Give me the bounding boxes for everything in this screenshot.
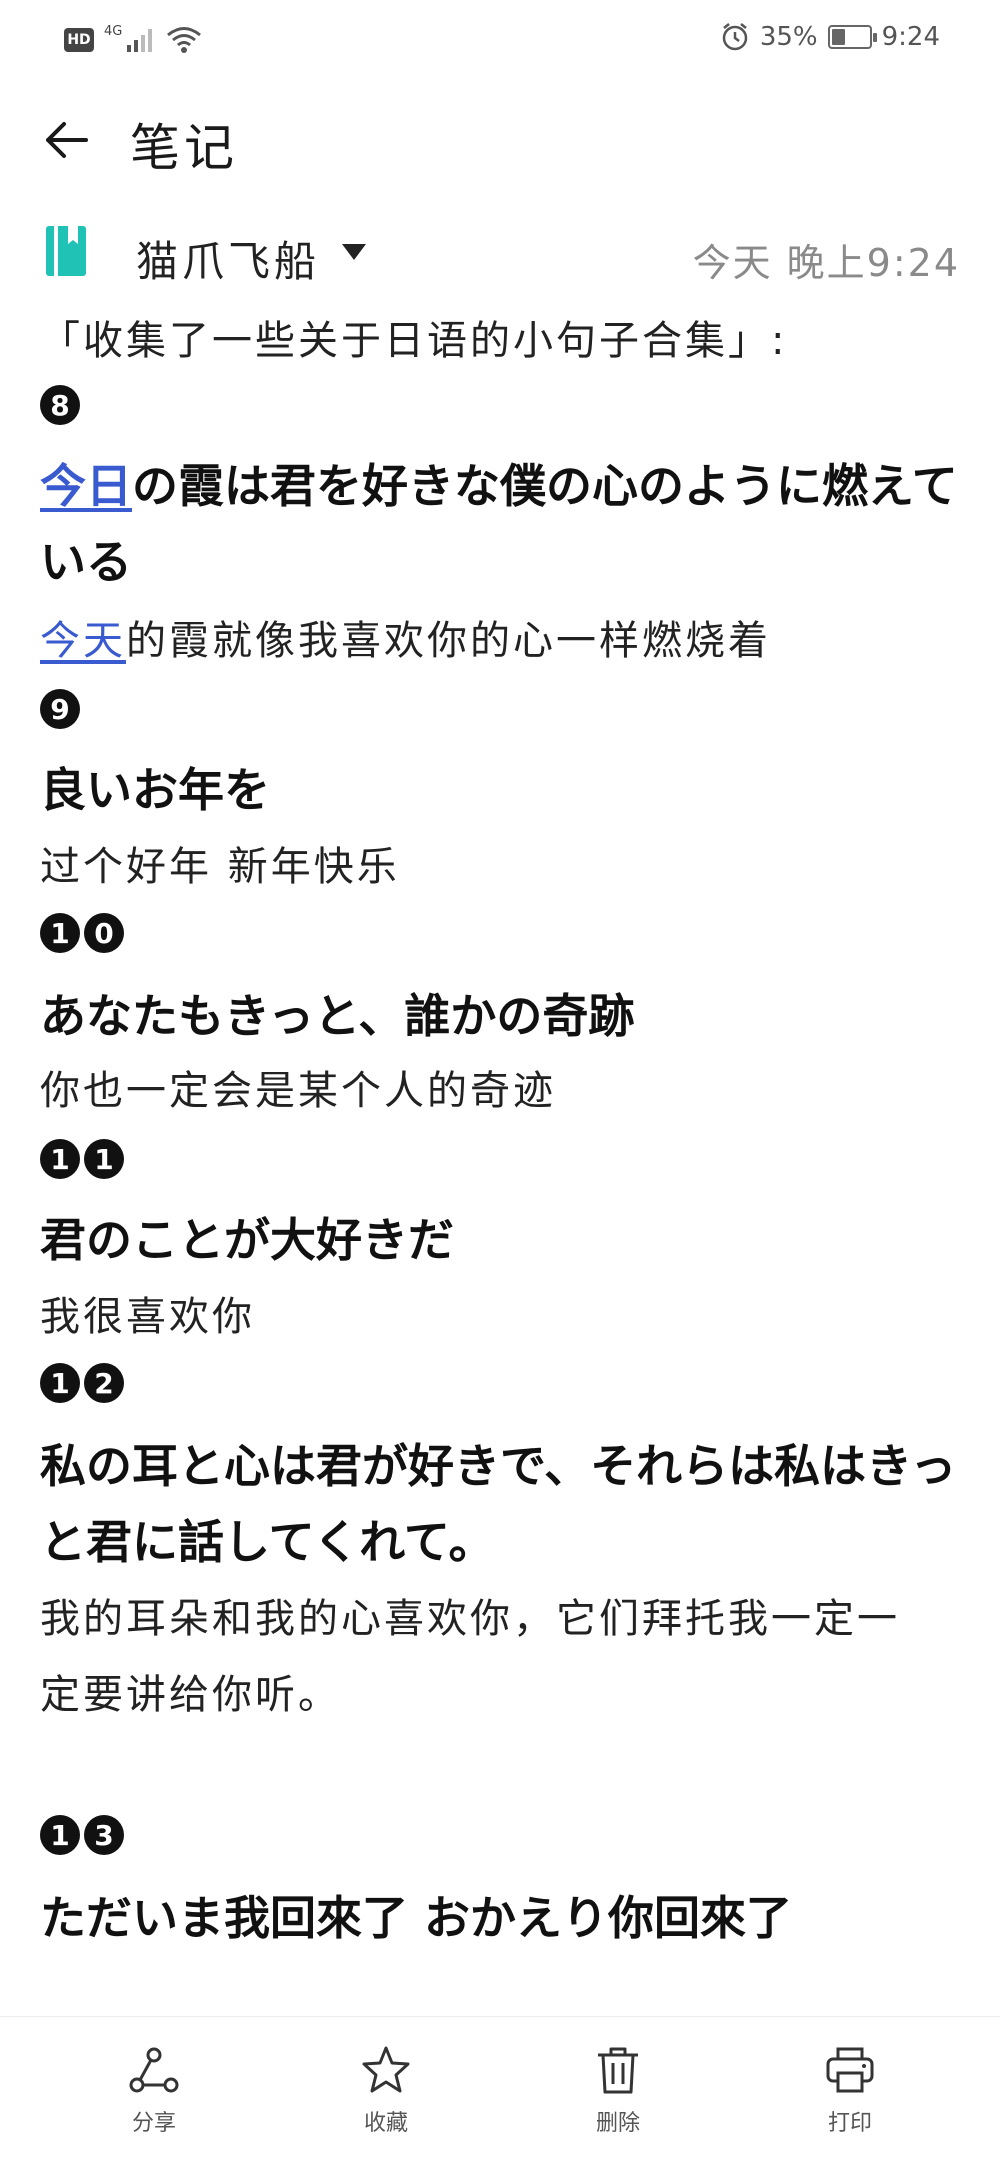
number-badge: 8	[40, 385, 80, 425]
inline-link[interactable]: 今天	[40, 618, 126, 664]
delete-button[interactable]: 删除	[558, 2045, 678, 2137]
number-badge: 0	[84, 913, 124, 953]
note-meta: 猫爪飞船 今天 晚上9:24	[0, 218, 1000, 288]
chinese-line: 我很喜欢你	[40, 1294, 255, 1340]
entry-number: 13	[40, 1810, 128, 1856]
status-time: 9:24	[881, 22, 940, 52]
alarm-icon	[722, 23, 748, 51]
folder-selector[interactable]: 猫爪飞船	[136, 228, 320, 289]
chinese-line: 你也一定会是某个人的奇迹	[40, 1068, 556, 1114]
number-badge: 1	[40, 1363, 80, 1403]
hd-badge: HD	[64, 28, 94, 52]
note-date: 今天 晚上9:24	[692, 241, 960, 285]
app-header: 笔记	[0, 96, 1000, 184]
japanese-line: 良いお年を	[40, 763, 270, 817]
status-right: 35% 9:24	[720, 22, 940, 52]
favorite-label: 收藏	[363, 2111, 408, 2136]
chinese-line-wrap: 定要讲给你听。	[40, 1672, 341, 1718]
number-badge: 1	[40, 1139, 80, 1179]
star-icon	[362, 2046, 410, 2093]
entry-number: 11	[40, 1134, 128, 1180]
japanese-line-wrap: いる	[40, 535, 132, 589]
printer-icon	[826, 2047, 874, 2093]
entry-number: 8	[40, 380, 84, 426]
favorite-button[interactable]: 收藏	[326, 2045, 446, 2137]
entry-number: 12	[40, 1358, 128, 1404]
status-left: HD 4G	[64, 24, 202, 54]
share-icon	[129, 2047, 179, 2093]
battery-icon	[827, 25, 877, 49]
dropdown-caret-icon[interactable]	[342, 244, 366, 260]
back-arrow-icon[interactable]	[40, 114, 92, 166]
number-badge: 1	[40, 1815, 80, 1855]
share-button[interactable]: 分享	[94, 2045, 214, 2137]
status-bar: HD 4G 35% 9:24	[0, 0, 1000, 84]
page-title: 笔记	[130, 119, 238, 177]
chinese-line: 我的耳朵和我的心喜欢你，它们拜托我一定一	[40, 1596, 900, 1642]
japanese-line: ただいま我回來了 おかえり你回來了	[40, 1891, 793, 1945]
chinese-line: 过个好年 新年快乐	[40, 844, 400, 890]
network-type: 4G	[104, 24, 123, 39]
japanese-line: あなたもきっと、誰かの奇跡	[40, 989, 635, 1043]
inline-link[interactable]: 今日	[40, 459, 132, 513]
entry-number: 10	[40, 908, 128, 954]
delete-label: 删除	[595, 2111, 640, 2136]
number-badge: 1	[40, 913, 80, 953]
notebook-icon	[46, 226, 86, 276]
entry-number: 9	[40, 684, 84, 730]
number-badge: 2	[84, 1363, 124, 1403]
number-badge: 3	[84, 1815, 124, 1855]
print-label: 打印	[827, 2111, 872, 2136]
japanese-line: 君のことが大好きだ	[40, 1213, 454, 1267]
share-label: 分享	[131, 2111, 176, 2136]
japanese-line: 私の耳と心は君が好きで、それらは私はきっ	[40, 1439, 957, 1493]
wifi-icon	[167, 27, 202, 53]
chinese-line: 今天的霞就像我喜欢你的心一样燃烧着	[40, 608, 771, 666]
japanese-line-wrap: と君に話してくれて。	[40, 1515, 495, 1569]
chinese-text: 的霞就像我喜欢你的心一样燃烧着	[126, 618, 771, 664]
bottom-toolbar: 分享 收藏 删除 打印	[0, 2016, 1000, 2167]
battery-percent: 35%	[759, 22, 818, 52]
number-badge: 9	[40, 689, 80, 729]
japanese-text: の霞は君を好きな僕の心のように燃えて	[132, 459, 958, 513]
number-badge: 1	[84, 1139, 124, 1179]
battery-fill	[831, 29, 845, 45]
print-button[interactable]: 打印	[790, 2045, 910, 2137]
trash-icon	[598, 2047, 638, 2094]
note-intro: 「收集了一些关于日语的小句子合集」:	[40, 318, 788, 364]
signal-icon	[127, 29, 153, 52]
japanese-line: 今日の霞は君を好きな僕の心のように燃えて	[40, 450, 958, 516]
